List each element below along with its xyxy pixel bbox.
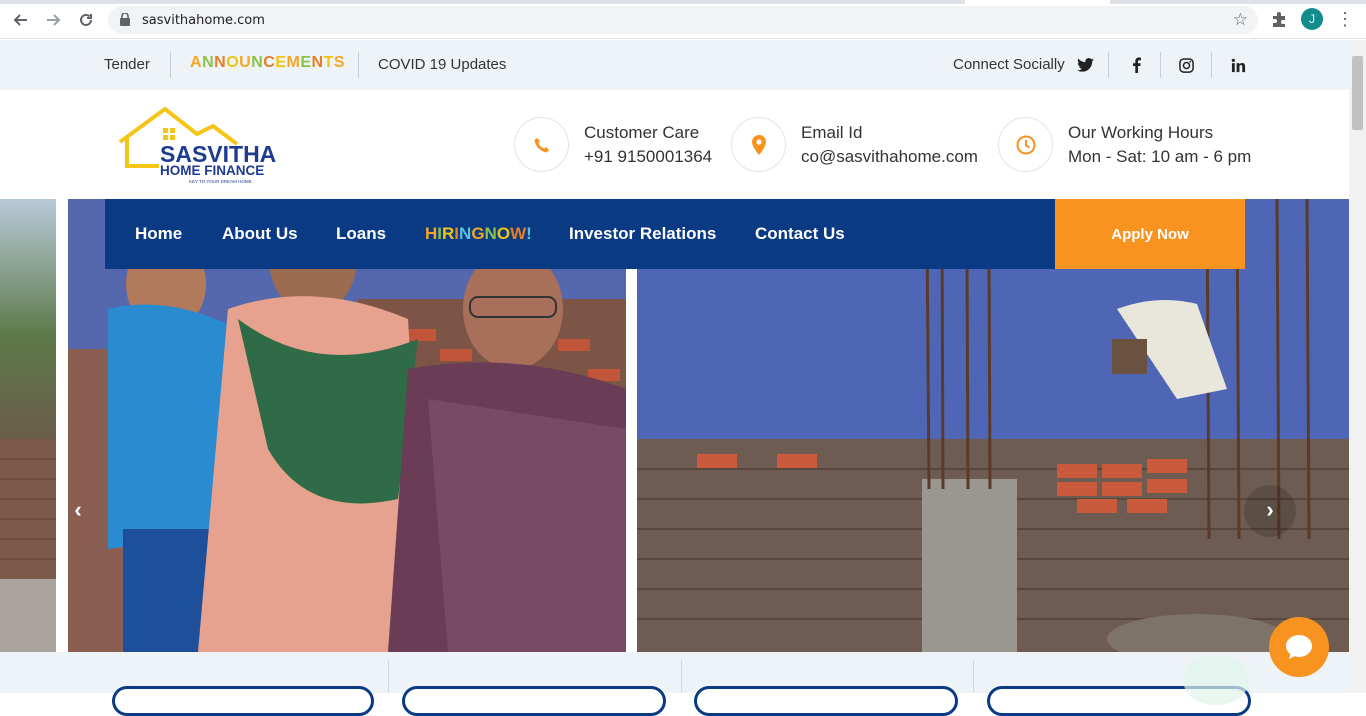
- slide-previous-image: [0, 199, 56, 652]
- divider: [1211, 52, 1212, 78]
- apply-now-button[interactable]: Apply Now: [1055, 199, 1245, 269]
- services-strip: [0, 652, 1349, 716]
- url-text: sasvithahome.com: [142, 13, 265, 28]
- tender-link[interactable]: Tender: [104, 56, 150, 73]
- profile-avatar[interactable]: J: [1301, 8, 1323, 30]
- lock-icon: [120, 13, 130, 26]
- scrollbar-thumb[interactable]: [1352, 56, 1363, 130]
- logo-tagline: KEY TO YOUR DREAM HOME: [189, 179, 252, 184]
- browser-toolbar: sasvithahome.com ☆ J ⋮: [0, 0, 1366, 39]
- customer-care-label: Customer Care: [584, 123, 700, 142]
- divider: [1108, 52, 1109, 78]
- divider: [973, 660, 974, 693]
- nav-investor-relations[interactable]: Investor Relations: [569, 224, 716, 244]
- logo-subtitle: HOME FINANCE: [160, 163, 264, 178]
- bookmark-star-icon[interactable]: ☆: [1233, 10, 1248, 30]
- announcements-link[interactable]: ANNOUNCEMENTS: [190, 54, 345, 72]
- nav-loans[interactable]: Loans: [336, 224, 386, 244]
- divider: [1160, 52, 1161, 78]
- instagram-icon[interactable]: [1176, 55, 1196, 75]
- divider: [358, 52, 359, 78]
- divider: [388, 660, 389, 693]
- back-icon[interactable]: [10, 9, 32, 31]
- working-hours-value: Mon - Sat: 10 am - 6 pm: [1068, 147, 1252, 166]
- twitter-icon[interactable]: [1075, 55, 1095, 75]
- chat-widget-button[interactable]: [1269, 617, 1329, 677]
- chat-bubble-icon: [1286, 635, 1312, 659]
- nav-hiring-now[interactable]: HIRINGNOW!: [425, 224, 532, 244]
- location-pin-icon: [731, 117, 786, 172]
- clock-icon: [998, 117, 1053, 172]
- site-header: SASVITHA HOME FINANCE KEY TO YOUR DREAM …: [0, 90, 1349, 199]
- forward-icon[interactable]: [42, 9, 64, 31]
- email-label: Email Id: [801, 123, 863, 142]
- browser-menu-icon[interactable]: ⋮: [1336, 9, 1354, 31]
- sasvitha-logo[interactable]: SASVITHA HOME FINANCE KEY TO YOUR DREAM …: [117, 104, 277, 186]
- divider: [681, 660, 682, 693]
- email-address[interactable]: co@sasvithahome.com: [801, 147, 978, 167]
- nav-about-us[interactable]: About Us: [222, 224, 298, 244]
- slider-next-arrow[interactable]: ›: [1260, 497, 1280, 522]
- nav-contact-us[interactable]: Contact Us: [755, 224, 845, 244]
- service-card[interactable]: [694, 686, 958, 716]
- top-bar: Tender ANNOUNCEMENTS COVID 19 Updates Co…: [0, 40, 1349, 90]
- phone-icon: [514, 117, 569, 172]
- slider-prev-arrow[interactable]: ‹: [68, 497, 88, 522]
- service-card[interactable]: [402, 686, 666, 716]
- customer-care-phone[interactable]: +91 9150001364: [584, 147, 712, 167]
- nav-home[interactable]: Home: [135, 224, 182, 244]
- active-tab[interactable]: [965, 0, 1110, 4]
- covid-updates-link[interactable]: COVID 19 Updates: [378, 56, 506, 73]
- reload-icon[interactable]: [75, 9, 97, 31]
- connect-socially-label: Connect Socially: [953, 56, 1065, 73]
- working-hours-label: Our Working Hours: [1068, 123, 1214, 142]
- facebook-icon[interactable]: [1126, 55, 1146, 75]
- service-card[interactable]: [112, 686, 374, 716]
- main-navbar: Home About Us Loans HIRINGNOW! Investor …: [105, 199, 1055, 269]
- divider: [170, 52, 171, 78]
- page-scrollbar[interactable]: [1349, 40, 1366, 693]
- tab-strip: [0, 0, 1366, 4]
- decorative-shape: [1183, 655, 1249, 705]
- linkedin-icon[interactable]: [1228, 55, 1248, 75]
- address-bar[interactable]: sasvithahome.com ☆: [108, 6, 1258, 34]
- extensions-icon[interactable]: [1270, 10, 1288, 28]
